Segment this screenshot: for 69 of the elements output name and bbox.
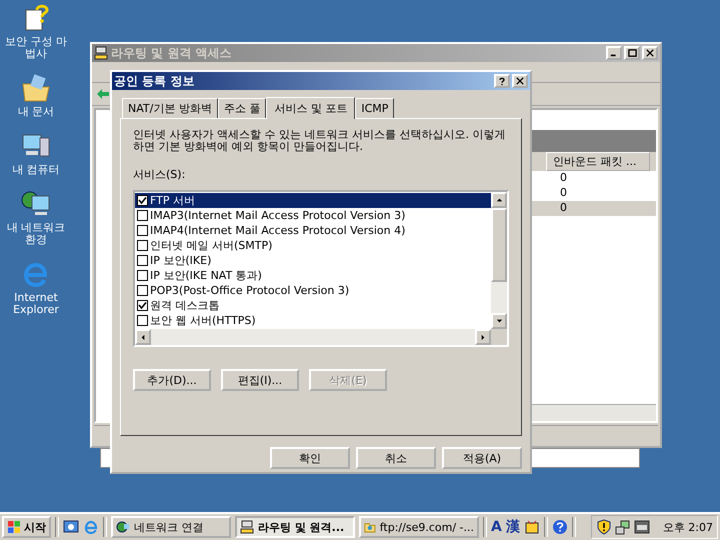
taskbar-button[interactable]: 네트워크 연결 — [111, 516, 231, 538]
tab[interactable]: 주소 풀 — [218, 98, 266, 118]
dialog-button[interactable]: 취소 — [356, 447, 436, 469]
list-item[interactable]: POP3(Post-Office Protocol Version 3) — [135, 283, 491, 298]
question-mark-icon — [498, 76, 506, 86]
desktop-icon-label[interactable]: 내 컴퓨터 — [5, 164, 67, 176]
list-item[interactable]: IMAP3(Internet Mail Access Protocol Version 3) — [135, 208, 491, 223]
scrollbar-corner — [491, 329, 507, 345]
folder-icon — [364, 520, 376, 534]
shield-icon[interactable] — [596, 519, 612, 535]
vertical-scrollbar[interactable] — [491, 192, 507, 329]
language-indicator[interactable]: 漢 — [506, 518, 520, 536]
column-header[interactable]: 인바운드 패킷 ... — [546, 152, 650, 171]
checkbox[interactable] — [137, 240, 148, 251]
table-cell-text: 0 — [559, 201, 568, 216]
close-button[interactable] — [512, 74, 528, 88]
table-cell-text: 0 — [559, 186, 568, 201]
list-item[interactable]: IP 보안(IKE) — [135, 253, 491, 268]
close-icon — [646, 49, 654, 57]
desktop-icon-label[interactable]: 내 네트워크 환경 — [5, 222, 67, 246]
tab[interactable]: 서비스 및 포트 — [266, 97, 356, 119]
checkbox[interactable] — [137, 210, 148, 221]
checkbox[interactable] — [137, 300, 148, 311]
taskbar-button[interactable]: ftp://se9.com/ -... — [359, 516, 479, 538]
description-text: 인터넷 사용자가 액세스할 수 있는 네트워크 서비스를 선택하십시오. 이렇게 하면 기본 방화벽에 예외 항목이 만들어집니다. — [133, 129, 506, 153]
desktop-icon-label[interactable]: Internet Explorer — [5, 292, 67, 316]
list-item[interactable]: 보안 웹 서버(HTTPS) — [135, 313, 491, 328]
checkbox[interactable] — [137, 195, 148, 206]
checkbox[interactable] — [137, 255, 148, 266]
dialog-button[interactable]: 적용(A) — [442, 447, 522, 469]
services-label: 서비스(S): — [133, 167, 186, 182]
list-item[interactable]: 원격 데스크톱 — [135, 298, 491, 313]
help-button[interactable] — [494, 74, 510, 88]
scroll-down-icon[interactable] — [496, 319, 502, 323]
tab[interactable]: NAT/기본 방화벽 — [122, 98, 218, 118]
window-title: 라우팅 및 원격 액세스 — [111, 44, 233, 62]
dialog-button[interactable]: 확인 — [270, 447, 350, 469]
scroll-left-icon[interactable] — [141, 334, 145, 340]
list-item[interactable]: IMAP4(Internet Mail Access Protocol Version 4) — [135, 223, 491, 238]
checkbox[interactable] — [137, 285, 148, 296]
network-connection-icon[interactable] — [614, 519, 631, 535]
list-item[interactable]: FTP 서버 — [135, 193, 491, 208]
list-item[interactable]: 인터넷 메일 서버(SMTP) — [135, 238, 491, 253]
close-icon — [516, 77, 524, 85]
checkbox[interactable] — [137, 270, 148, 281]
taskbar-button[interactable]: 라우팅 및 원격... — [235, 516, 355, 538]
maximize-icon — [628, 48, 636, 58]
server-icon — [240, 520, 254, 534]
windows-flag-icon — [7, 520, 21, 534]
desktop-icon-label[interactable]: 내 문서 — [5, 106, 67, 118]
action-button[interactable]: 추가(D)... — [133, 369, 211, 391]
list-item[interactable]: IP 보안(IKE NAT 통과) — [135, 268, 491, 283]
table-cell-text: 0 — [559, 171, 568, 186]
globe-icon — [116, 520, 130, 534]
checkbox[interactable] — [137, 225, 148, 236]
language-indicator[interactable]: A — [491, 519, 502, 535]
server-icon — [94, 46, 108, 60]
action-button[interactable]: 편집(I)... — [221, 369, 299, 391]
desktop-icon-label[interactable]: 보안 구성 마법사 — [5, 36, 67, 60]
dialog-title: 공인 등록 정보 — [114, 72, 196, 90]
folder-icon[interactable] — [20, 72, 52, 104]
scroll-right-icon[interactable] — [481, 334, 485, 340]
start-button[interactable]: 시작 — [2, 516, 51, 538]
desktop-shortcut-icon[interactable] — [63, 519, 79, 535]
clock[interactable]: 오후 2:07 — [662, 520, 713, 534]
tab[interactable]: ICMP — [355, 98, 394, 118]
horizontal-scrollbar[interactable] — [135, 329, 507, 345]
help-icon[interactable] — [552, 519, 568, 535]
checkbox[interactable] — [137, 315, 148, 326]
